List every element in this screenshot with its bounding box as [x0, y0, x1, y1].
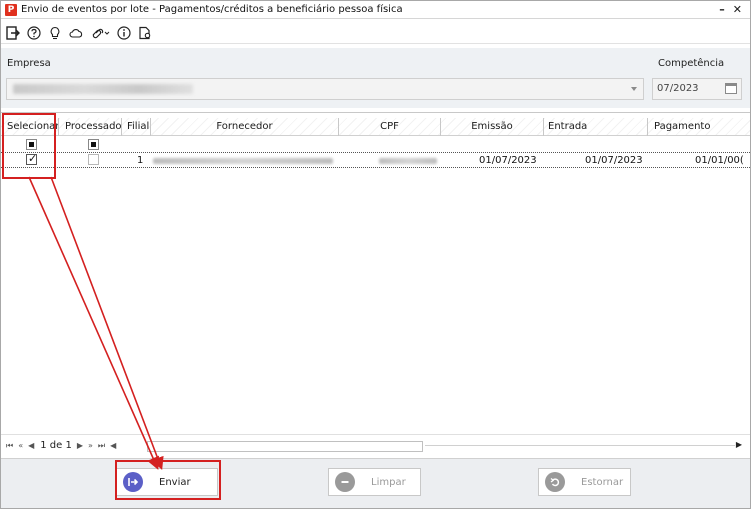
chevron-down-icon: [631, 87, 637, 91]
document-icon[interactable]: [137, 25, 153, 41]
competencia-field[interactable]: 07/2023: [652, 78, 742, 100]
cell-pagamento: 01/01/00(: [695, 155, 744, 166]
estornar-button[interactable]: Estornar: [538, 468, 631, 496]
last-page-icon[interactable]: ⏭: [98, 441, 105, 451]
horizontal-scrollbar-track[interactable]: [425, 445, 735, 446]
footer-actions: Enviar Limpar Estornar: [1, 458, 750, 508]
competencia-label: Competência: [658, 58, 725, 69]
first-page-icon[interactable]: ⏮: [6, 441, 13, 451]
col-cpf[interactable]: CPF: [339, 118, 441, 136]
enviar-button[interactable]: Enviar: [116, 468, 218, 496]
cell-fornecedor-redacted: [153, 158, 333, 164]
info-icon[interactable]: [116, 25, 132, 41]
main-window: P Envio de eventos por lote - Pagamentos…: [0, 0, 751, 509]
col-filial[interactable]: Filial: [122, 118, 151, 136]
enviar-label: Enviar: [159, 476, 191, 488]
col-pagamento[interactable]: Pagamento: [648, 118, 750, 136]
cell-cpf-redacted: [379, 158, 437, 164]
send-icon: [123, 472, 143, 492]
row-processado-checkbox: [88, 154, 99, 165]
estornar-label: Estornar: [581, 476, 624, 488]
page-indicator: 1 de 1: [40, 440, 72, 451]
next-page-icon[interactable]: ▶: [77, 441, 83, 450]
scroll-left-icon[interactable]: ◀: [110, 441, 116, 450]
empresa-select[interactable]: [6, 78, 644, 100]
link-icon[interactable]: [89, 25, 111, 41]
limpar-label: Limpar: [371, 476, 406, 488]
competencia-value: 07/2023: [657, 83, 699, 94]
col-selecionar[interactable]: Selecionar: [1, 118, 59, 136]
row-select-checkbox[interactable]: [26, 152, 37, 165]
empresa-label: Empresa: [7, 58, 51, 69]
undo-icon: [545, 472, 565, 492]
empresa-value-redacted: [13, 84, 193, 94]
prev-fast-icon[interactable]: «: [18, 441, 23, 450]
grid-filter-row: [1, 137, 750, 151]
cloud-icon[interactable]: [68, 25, 84, 41]
window-title: Envio de eventos por lote - Pagamentos/c…: [21, 4, 403, 15]
calendar-icon[interactable]: [725, 83, 737, 94]
minimize-button[interactable]: –: [719, 3, 725, 16]
select-all-checkbox[interactable]: [26, 139, 37, 150]
prev-page-icon[interactable]: ◀: [28, 441, 34, 450]
exit-icon[interactable]: [5, 25, 21, 41]
minus-icon: [335, 472, 355, 492]
window-controls: – ✕: [719, 3, 742, 16]
scroll-right-icon[interactable]: ▶: [736, 440, 742, 449]
processado-filter-checkbox[interactable]: [88, 139, 99, 150]
cell-filial: 1: [137, 155, 144, 166]
app-logo-icon: P: [5, 3, 17, 16]
grid-header: Selecionar Processado Filial Fornecedor …: [1, 118, 750, 136]
events-grid: Selecionar Processado Filial Fornecedor …: [1, 112, 750, 434]
horizontal-scrollbar-thumb[interactable]: [147, 441, 423, 452]
pager: ⏮ « ◀ 1 de 1 ▶ » ⏭ ◀ ▶: [1, 434, 750, 456]
close-button[interactable]: ✕: [733, 3, 742, 16]
next-fast-icon[interactable]: »: [88, 441, 93, 450]
col-fornecedor[interactable]: Fornecedor: [151, 118, 339, 136]
title-bar: P Envio de eventos por lote - Pagamentos…: [1, 1, 750, 19]
help-icon[interactable]: [26, 25, 42, 41]
limpar-button[interactable]: Limpar: [328, 468, 421, 496]
filter-area: Empresa Competência 07/2023: [1, 48, 750, 108]
col-emissao[interactable]: Emissão: [441, 118, 544, 136]
col-entrada[interactable]: Entrada: [544, 118, 648, 136]
lightbulb-icon[interactable]: [47, 25, 63, 41]
table-row[interactable]: 1 01/07/2023 01/07/2023 01/01/00(: [1, 152, 750, 168]
cell-entrada: 01/07/2023: [585, 155, 643, 166]
cell-emissao: 01/07/2023: [479, 155, 537, 166]
col-processado[interactable]: Processado: [59, 118, 122, 136]
toolbar: [1, 22, 750, 44]
